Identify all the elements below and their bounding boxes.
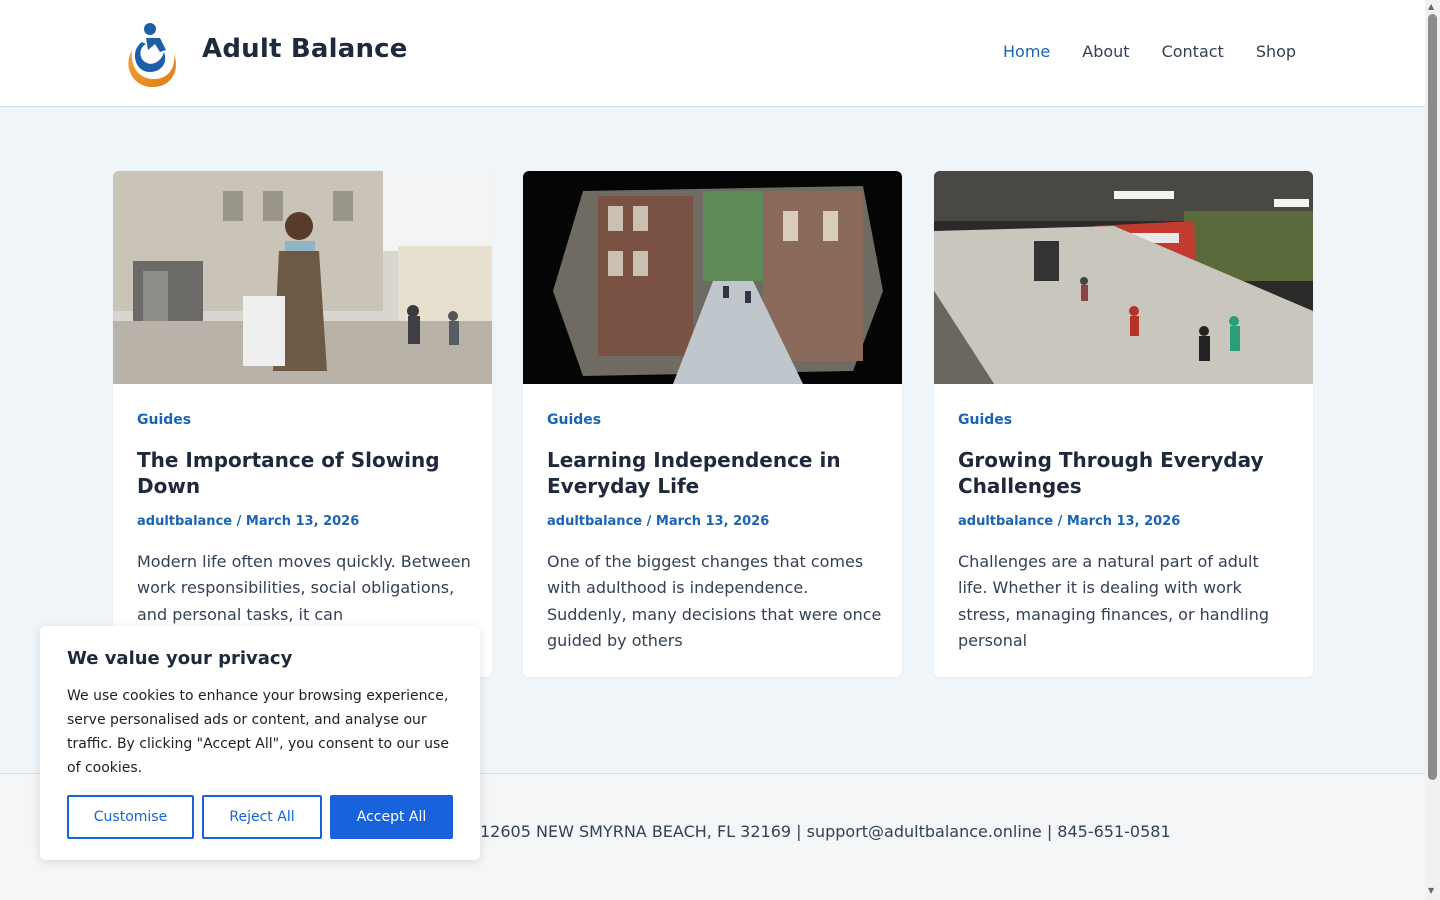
post-thumbnail-image[interactable] [934,171,1313,384]
post-card: Guides Learning Independence in Everyday… [523,171,902,677]
nav-shop-link[interactable]: Shop [1256,42,1296,61]
post-meta: adultbalance / March 13, 2026 [137,514,359,529]
meta-separator: / [236,514,246,529]
post-date[interactable]: March 13, 2026 [1067,514,1180,529]
post-card: Guides The Importance of Slowing Down ad… [113,171,492,677]
site-title[interactable]: Adult Balance [202,34,408,64]
site-header: Adult Balance Home About Contact Shop [0,0,1425,107]
reject-all-button[interactable]: Reject All [202,795,322,839]
post-excerpt: Challenges are a natural part of adult l… [958,552,1270,650]
nav-contact-link[interactable]: Contact [1162,42,1224,61]
meta-separator: / [1057,514,1067,529]
accept-all-button[interactable]: Accept All [330,795,453,839]
customise-button[interactable]: Customise [67,795,194,839]
meta-separator: / [646,514,656,529]
nav-about-link[interactable]: About [1082,42,1129,61]
post-excerpt: One of the biggest changes that comes wi… [547,552,882,650]
scroll-up-icon[interactable]: ▲ [1428,2,1434,11]
post-category-link[interactable]: Guides [547,412,601,428]
post-title[interactable]: The Importance of Slowing Down [137,447,472,499]
post-title[interactable]: Growing Through Everyday Challenges [958,447,1293,499]
post-meta: adultbalance / March 13, 2026 [547,514,769,529]
post-card: Guides Growing Through Everyday Challeng… [934,171,1313,677]
post-author-link[interactable]: adultbalance [958,514,1053,529]
post-author-link[interactable]: adultbalance [547,514,642,529]
post-meta: adultbalance / March 13, 2026 [958,514,1180,529]
cookie-banner-body: We use cookies to enhance your browsing … [67,688,449,776]
post-title[interactable]: Learning Independence in Everyday Life [547,447,882,499]
post-category-link[interactable]: Guides [137,412,191,428]
cookie-banner-title: We value your privacy [67,648,293,669]
scrollbar-thumb[interactable] [1428,14,1437,780]
person-swirl-logo-icon[interactable] [120,20,180,90]
post-thumbnail-image[interactable] [113,171,492,384]
page-scrollbar[interactable]: ▲ ▼ [1425,0,1440,900]
main-nav: Home About Contact Shop [1003,42,1296,61]
post-date[interactable]: March 13, 2026 [246,514,359,529]
cookie-consent-banner: We value your privacy We use cookies to … [40,626,480,860]
scroll-down-icon[interactable]: ▼ [1428,886,1434,895]
post-category-link[interactable]: Guides [958,412,1012,428]
post-thumbnail-image[interactable] [523,171,902,384]
post-author-link[interactable]: adultbalance [137,514,232,529]
post-date[interactable]: March 13, 2026 [656,514,769,529]
post-excerpt: Modern life often moves quickly. Between… [137,552,471,624]
nav-home-link[interactable]: Home [1003,42,1050,61]
footer-contact-text: 12605 NEW SMYRNA BEACH, FL 32169 | suppo… [480,822,1171,841]
